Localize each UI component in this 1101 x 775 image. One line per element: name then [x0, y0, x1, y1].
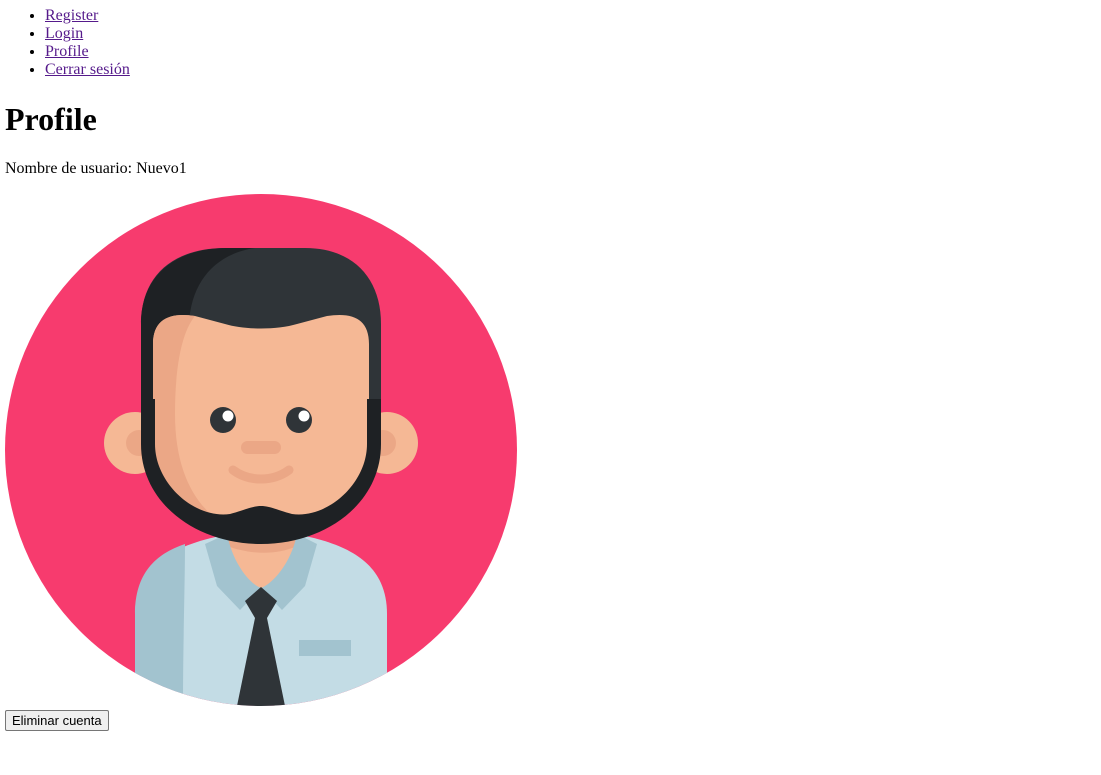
avatar-eye-right [286, 407, 312, 433]
nav-item-login: Login [45, 25, 130, 43]
nav-item-logout: Cerrar sesión [45, 61, 130, 79]
username-label: Nombre de usuario: [5, 160, 133, 177]
nav-item-profile: Profile [45, 43, 130, 61]
logout-link[interactable]: Cerrar sesión [45, 61, 130, 78]
profile-link[interactable]: Profile [45, 43, 89, 60]
nav-item-register: Register [45, 7, 130, 25]
username-value: Nuevo1 [136, 160, 187, 177]
login-link[interactable]: Login [45, 25, 83, 42]
avatar-eye-left [210, 407, 236, 433]
delete-account-button[interactable]: Eliminar cuenta [5, 710, 109, 731]
avatar-man-icon [5, 194, 517, 706]
nav-menu: Register Login Profile Cerrar sesión [5, 7, 130, 79]
avatar [5, 194, 517, 706]
username-line: Nombre de usuario: Nuevo1 [5, 159, 187, 179]
register-link[interactable]: Register [45, 7, 98, 24]
page-title: Profile [5, 101, 97, 137]
avatar-pocket [299, 640, 351, 656]
avatar-nose [241, 441, 281, 454]
